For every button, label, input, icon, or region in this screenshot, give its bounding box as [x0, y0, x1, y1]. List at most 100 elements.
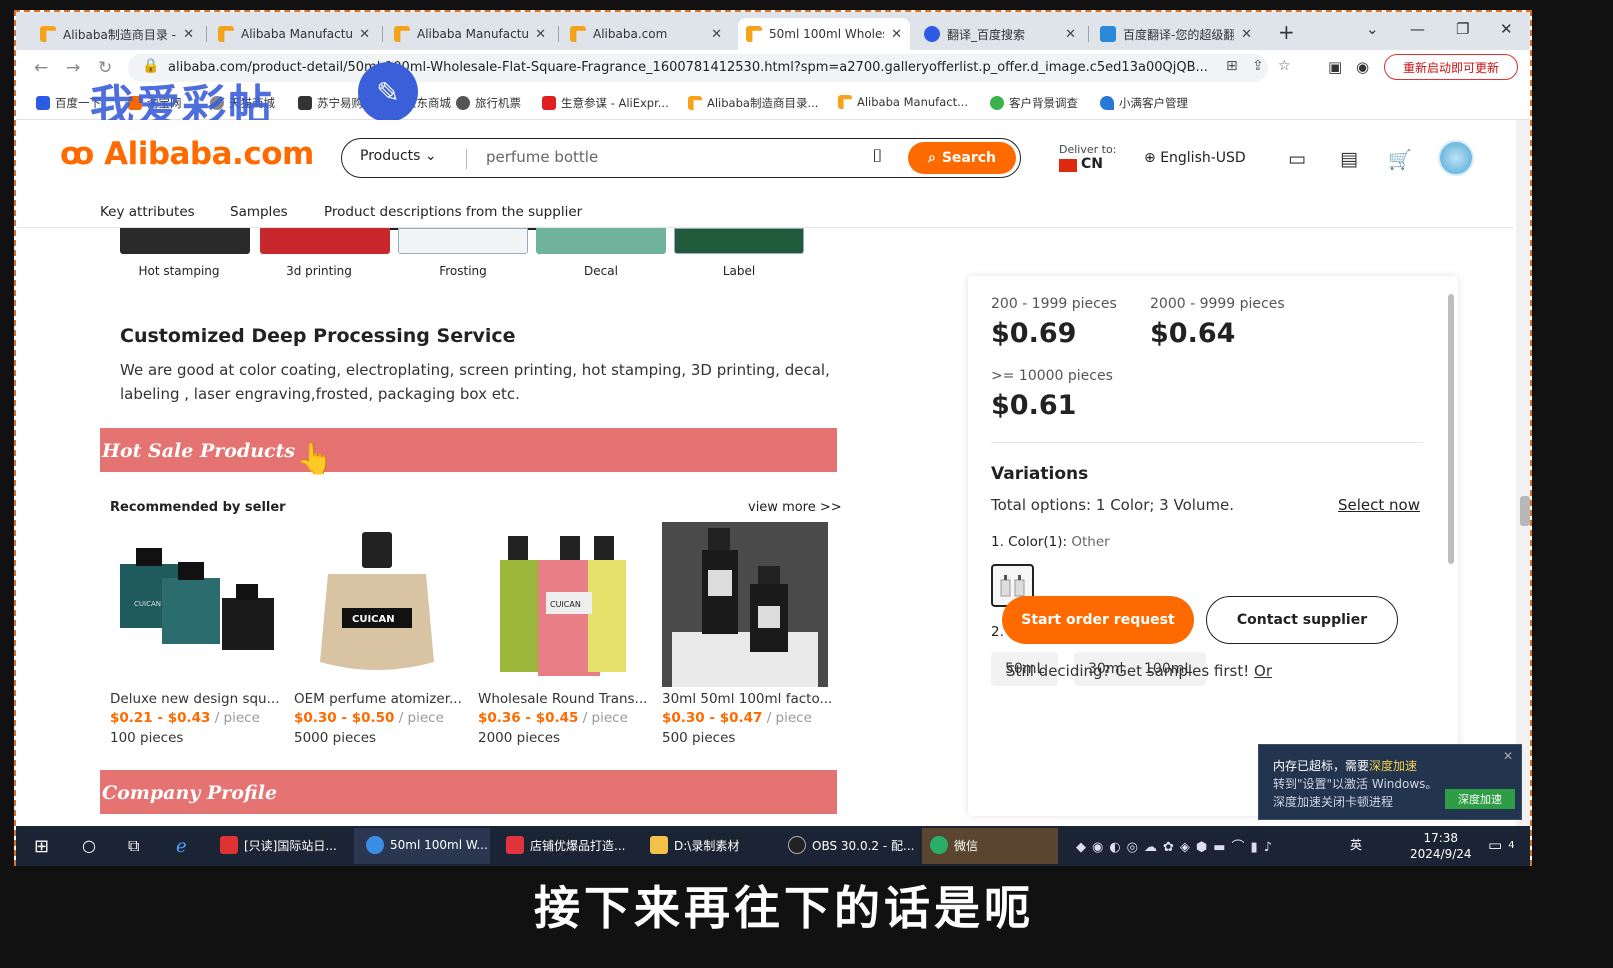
bookmark-item[interactable]: 客户背景调查	[990, 95, 1078, 111]
taskbar-item-xmind[interactable]: 店铺优爆品打造...	[506, 836, 625, 854]
leaf-icon	[990, 96, 1004, 110]
window-close-icon[interactable]: ✕	[1500, 20, 1513, 38]
taskbar-item-obs[interactable]: OBS 30.0.2 - 配...	[788, 836, 914, 854]
cart-icon[interactable]: 🛒	[1388, 148, 1412, 171]
view-more-link[interactable]: view more >>	[748, 500, 842, 515]
close-icon[interactable]: ✕	[535, 27, 546, 42]
close-icon[interactable]: ✕	[183, 27, 194, 42]
tab-2[interactable]: Alibaba Manufactur ✕	[210, 18, 378, 50]
select-now-link[interactable]: Select now	[1338, 496, 1420, 514]
restart-update-button[interactable]: 重新启动即可更新	[1384, 54, 1518, 80]
tab-active-product[interactable]: 50ml 100ml Wholes ✕	[738, 18, 910, 50]
close-icon[interactable]: ✕	[1065, 27, 1076, 42]
start-order-button[interactable]: Start order request	[1002, 596, 1194, 644]
panel-scrollbar[interactable]	[1448, 294, 1454, 564]
notification-icon[interactable]: ▭ 4	[1488, 836, 1515, 854]
search-button[interactable]: ⌕ Search	[908, 142, 1016, 174]
close-icon[interactable]: ✕	[711, 27, 722, 42]
order-samples-link[interactable]: Or	[1254, 662, 1272, 680]
tab-1[interactable]: Alibaba制造商目录 - ✕	[32, 18, 202, 50]
bookmark-item[interactable]: 旅行机票	[456, 95, 521, 111]
back-icon[interactable]: ←	[34, 58, 48, 78]
star-icon[interactable]: ☆	[1278, 58, 1291, 74]
product-name[interactable]: Deluxe new design squ...	[110, 691, 279, 707]
new-tab-button[interactable]: +	[1278, 20, 1295, 44]
purchase-panel: 200 - 1999 pieces $0.69 2000 - 9999 piec…	[968, 276, 1458, 816]
messages-icon[interactable]: ▭	[1288, 148, 1306, 170]
tab-3[interactable]: Alibaba Manufactur ✕	[386, 18, 554, 50]
product-card[interactable]: CUICAN Wholesale Round Trans... $0.36 - …	[478, 522, 647, 746]
taskbar-item-folder[interactable]: D:\录制素材	[650, 836, 739, 854]
close-icon[interactable]: ✕	[1503, 749, 1513, 763]
orders-icon[interactable]: ▤	[1340, 148, 1358, 170]
ie-icon[interactable]: ℯ	[176, 836, 187, 857]
close-icon[interactable]: ✕	[891, 27, 902, 42]
product-image[interactable]: CUICAN	[478, 522, 644, 687]
address-bar[interactable]: 🔒 alibaba.com/product-detail/50ml-100ml-…	[128, 54, 1291, 82]
close-icon[interactable]: ✕	[359, 27, 370, 42]
task-view-icon[interactable]: ⧉	[128, 836, 139, 856]
globe-icon: ⊕	[1144, 150, 1156, 166]
share-icon[interactable]: ⇪	[1252, 58, 1264, 74]
speedup-button[interactable]: 深度加速	[1445, 789, 1515, 809]
search-category-select[interactable]: Products ⌄	[360, 148, 437, 164]
product-card[interactable]: CUICAN Deluxe new design squ... $0.21 - …	[110, 522, 279, 746]
product-image[interactable]: CUICAN	[294, 522, 460, 687]
page-scrollbar[interactable]	[1516, 120, 1530, 828]
url-text[interactable]: alibaba.com/product-detail/50ml-100ml-Wh…	[168, 60, 1208, 75]
close-icon[interactable]: ✕	[1241, 27, 1252, 42]
alibaba-icon	[218, 26, 234, 42]
tab-search-icon[interactable]: ⌄	[1366, 20, 1379, 38]
process-label: Label	[722, 264, 756, 278]
product-price: $0.30 - $0.47 / piece	[662, 710, 812, 726]
profile-icon[interactable]: ◉	[1356, 58, 1369, 76]
tab-baidu-search[interactable]: 翻译_百度搜索 ✕	[916, 18, 1084, 50]
product-card[interactable]: CUICAN OEM perfume atomizer... $0.30 - $…	[294, 522, 462, 746]
bookmark-item[interactable]: Alibaba Manufact...	[838, 95, 968, 109]
maximize-icon[interactable]: ❐	[1456, 20, 1469, 38]
product-image[interactable]	[662, 522, 828, 687]
product-price: $0.21 - $0.43 / piece	[110, 710, 260, 726]
product-price: $0.30 - $0.50 / piece	[294, 710, 444, 726]
product-name[interactable]: Wholesale Round Trans...	[478, 691, 647, 707]
bookmark-item[interactable]: 生意参谋 - AliExpr...	[542, 95, 669, 111]
product-image[interactable]: CUICAN	[110, 522, 276, 687]
process-image-label	[674, 228, 804, 254]
sidepanel-icon[interactable]: ▣	[1328, 58, 1342, 76]
avatar[interactable]	[1438, 140, 1474, 176]
tab-4[interactable]: Alibaba.com ✕	[562, 18, 730, 50]
product-name[interactable]: OEM perfume atomizer...	[294, 691, 462, 707]
tab-key-attributes[interactable]: Key attributes	[100, 204, 195, 220]
bookmark-item[interactable]: 小满客户管理	[1100, 95, 1188, 111]
tab-samples[interactable]: Samples	[230, 204, 288, 220]
tab-baidu-translate[interactable]: 百度翻译-您的超级翻 ✕	[1092, 18, 1260, 50]
tab-product-descriptions[interactable]: Product descriptions from the supplier	[324, 204, 583, 230]
language-selector[interactable]: ⊕ English-USD	[1144, 150, 1246, 166]
windows-start-icon[interactable]: ⊞	[34, 836, 49, 857]
watermark-icon: ✎	[358, 62, 418, 122]
clock[interactable]: 17:38 2024/9/24	[1410, 830, 1472, 862]
alibaba-logo[interactable]: ꝏ Alibaba.com	[60, 136, 314, 172]
bookmark-item[interactable]: 苏宁易购	[298, 95, 363, 111]
search-icon[interactable]: ○	[82, 836, 96, 855]
minimize-icon[interactable]: —	[1410, 20, 1425, 38]
translate-page-icon[interactable]: ⊞	[1226, 58, 1238, 74]
ime-indicator[interactable]: 英	[1350, 836, 1362, 853]
camera-icon[interactable]: ⌷	[872, 146, 883, 167]
forward-icon[interactable]: →	[66, 58, 80, 78]
system-tray[interactable]: ◆◉◐◎☁✿◈⬢▬⌒▮♪	[1076, 836, 1278, 855]
chevron-down-icon: ⌄	[424, 148, 437, 164]
product-card[interactable]: 30ml 50ml 100ml facto... $0.30 - $0.47 /…	[662, 522, 832, 746]
bookmark-item[interactable]: Alibaba制造商目录...	[688, 95, 818, 111]
taskbar-item-wechat[interactable]: 微信	[930, 836, 978, 854]
deliver-to[interactable]: Deliver to: CN	[1059, 142, 1116, 172]
product-name[interactable]: 30ml 50ml 100ml facto...	[662, 691, 832, 707]
taskbar: ⊞ ○ ⧉ ℯ [只读]国际站日... 50ml 100ml W... 店铺优爆…	[16, 826, 1530, 866]
taskbar-item-chrome[interactable]: 50ml 100ml W...	[366, 836, 488, 854]
search-input[interactable]: perfume bottle	[486, 148, 598, 166]
contact-supplier-button[interactable]: Contact supplier	[1206, 596, 1398, 644]
search-icon: ⌕	[927, 150, 936, 166]
product-price: $0.36 - $0.45 / piece	[478, 710, 628, 726]
svg-text:CUICAN: CUICAN	[134, 600, 161, 608]
taskbar-item-wps[interactable]: [只读]国际站日...	[220, 836, 337, 854]
